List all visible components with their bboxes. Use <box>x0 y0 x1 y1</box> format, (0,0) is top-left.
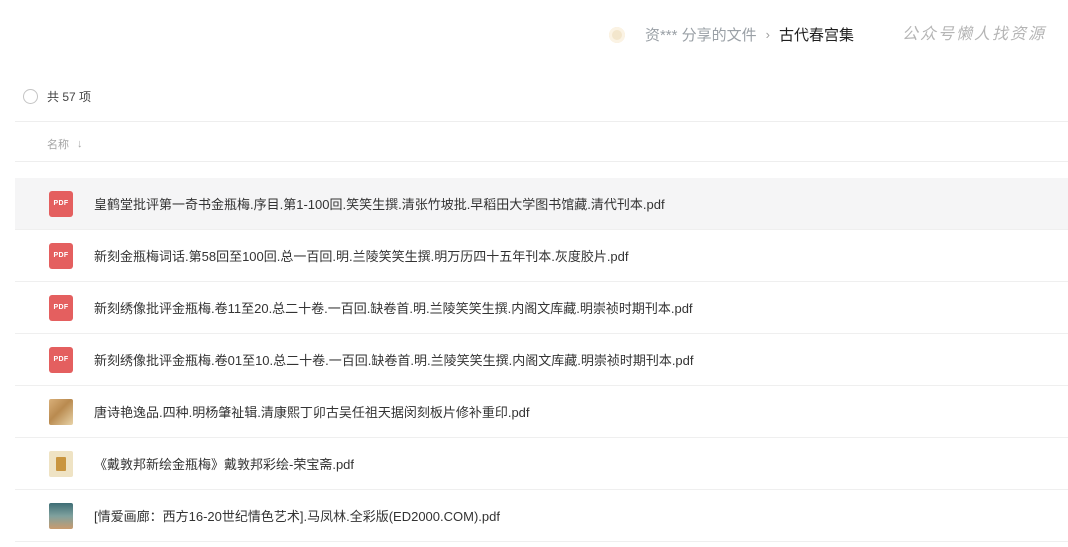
file-name[interactable]: 唐诗艳逸品.四种.明杨肇祉辑.清康熙丁卯古吴任祖天据闵刻板片修补重印.pdf <box>94 402 530 421</box>
file-row[interactable]: [情爱画廊：西方16-20世纪情色艺术].马凤林.全彩版(ED2000.COM)… <box>15 490 1068 542</box>
chevron-right-icon: › <box>765 27 770 42</box>
file-name[interactable]: 皇鹤堂批评第一奇书金瓶梅.序目.第1-100回.笑笑生撰.清张竹坡批.早稻田大学… <box>94 194 665 213</box>
file-name[interactable]: [情爱画廊：西方16-20世纪情色艺术].马凤林.全彩版(ED2000.COM)… <box>94 506 500 525</box>
pdf-file-icon: PDF <box>49 190 73 217</box>
sort-by-name-header[interactable]: 名称 ↓ <box>47 136 83 152</box>
breadcrumb-current-folder: 古代春宫集 <box>778 27 854 44</box>
thumbnail-icon <box>49 398 73 425</box>
pdf-file-icon: PDF <box>49 242 73 269</box>
watermark-text: 公众号懒人找资源 <box>901 24 1046 43</box>
file-name[interactable]: 《戴敦邦新绘金瓶梅》戴敦邦彩绘-荣宝斋.pdf <box>94 454 354 473</box>
file-name[interactable]: 新刻绣像批评金瓶梅.卷01至10.总二十卷.一百回.缺卷首.明.兰陵笑笑生撰.内… <box>94 350 694 369</box>
file-row[interactable]: PDF 皇鹤堂批评第一奇书金瓶梅.序目.第1-100回.笑笑生撰.清张竹坡批.早… <box>15 178 1068 230</box>
pdf-file-icon: PDF <box>49 346 73 373</box>
thumbnail-icon <box>49 502 73 529</box>
avatar <box>608 26 625 43</box>
selection-summary: 共 57 项 <box>23 88 91 105</box>
header: 资*** 分享的文件 › 古代春宫集 公众号懒人找资源 <box>0 0 1068 70</box>
file-row[interactable]: PDF 新刻绣像批评金瓶梅.卷01至10.总二十卷.一百回.缺卷首.明.兰陵笑笑… <box>15 334 1068 386</box>
pdf-file-icon: PDF <box>49 294 73 321</box>
file-list: PDF 皇鹤堂批评第一奇书金瓶梅.序目.第1-100回.笑笑生撰.清张竹坡批.早… <box>15 178 1068 542</box>
file-row[interactable]: 《戴敦邦新绘金瓶梅》戴敦邦彩绘-荣宝斋.pdf <box>15 438 1068 490</box>
pdf-icon-label: PDF <box>53 200 69 207</box>
file-name[interactable]: 新刻金瓶梅词话.第58回至100回.总一百回.明.兰陵笑笑生撰.明万历四十五年刊… <box>94 246 629 265</box>
divider <box>15 161 1068 162</box>
thumbnail-icon <box>49 450 73 477</box>
breadcrumb-owner-link[interactable]: 资*** 分享的文件 <box>645 24 757 45</box>
file-row[interactable]: PDF 新刻金瓶梅词话.第58回至100回.总一百回.明.兰陵笑笑生撰.明万历四… <box>15 230 1068 282</box>
file-row[interactable]: PDF 新刻绣像批评金瓶梅.卷11至20.总二十卷.一百回.缺卷首.明.兰陵笑笑… <box>15 282 1068 334</box>
file-name[interactable]: 新刻绣像批评金瓶梅.卷11至20.总二十卷.一百回.缺卷首.明.兰陵笑笑生撰.内… <box>94 298 693 317</box>
divider <box>15 121 1068 122</box>
breadcrumb: 资*** 分享的文件 › 古代春宫集 <box>608 24 854 45</box>
pdf-icon-label: PDF <box>53 252 69 259</box>
column-header-name: 名称 <box>47 139 69 151</box>
select-all-radio[interactable] <box>23 89 38 104</box>
sort-down-arrow-icon: ↓ <box>77 138 83 150</box>
file-row[interactable]: 唐诗艳逸品.四种.明杨肇祉辑.清康熙丁卯古吴任祖天据闵刻板片修补重印.pdf <box>15 386 1068 438</box>
item-count: 共 57 项 <box>47 90 92 104</box>
pdf-icon-label: PDF <box>53 304 69 311</box>
pdf-icon-label: PDF <box>53 356 69 363</box>
